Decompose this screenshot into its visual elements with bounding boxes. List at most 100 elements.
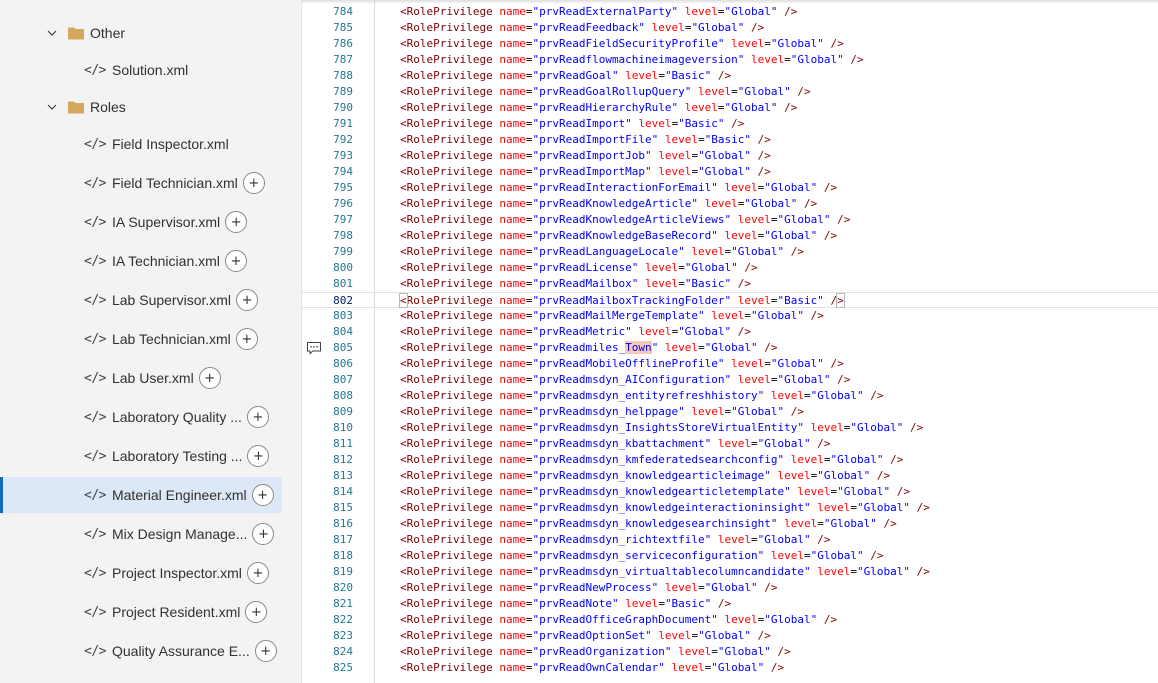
add-button[interactable]: + <box>198 367 221 389</box>
code-line[interactable]: 796 <RolePrivilege name="prvReadKnowledge… <box>302 196 1158 212</box>
xml-tag: <RolePrivilege <box>400 405 493 418</box>
file-item[interactable]: </> Field Inspector.xml <box>0 126 282 162</box>
line-number: 791 <box>333 117 353 130</box>
add-button[interactable]: + <box>247 445 270 467</box>
add-button[interactable]: + <box>254 640 277 662</box>
code-content: <RolePrivilege name = "prvReadMailboxTrack… <box>399 293 845 309</box>
code-line[interactable]: 814 <RolePrivilege name="prvReadmsdyn_kno… <box>302 484 1158 500</box>
code-line[interactable]: 812 <RolePrivilege name = "prvReadmsdyn_kmf… <box>302 452 1158 468</box>
code-line[interactable]: 824 <RolePrivilege name = "prvReadOrganizat… <box>302 644 1158 660</box>
code-line[interactable]: 786 <RolePrivilege name = "prvReadFieldSecu… <box>302 36 1158 52</box>
code-line[interactable]: 798 <RolePrivilege name="prvReadKnowledge… <box>302 228 1158 244</box>
code-line[interactable]: 820 <RolePrivilege name = "prvReadNewProces… <box>302 580 1158 596</box>
code-line[interactable]: 793 <RolePrivilege name="prvReadImportJob… <box>302 148 1158 164</box>
code-line[interactable]: 802 <RolePrivilege name = "prvReadMailboxTr… <box>302 292 1158 308</box>
code-editor[interactable]: 784 <RolePrivilege name = "prvReadExternalP… <box>302 0 1158 683</box>
folder-other[interactable]: Other <box>0 15 282 51</box>
chevron-down-icon[interactable] <box>46 27 58 39</box>
file-item[interactable]: </> Solution.xml <box>0 52 282 88</box>
folder-roles[interactable]: Roles <box>0 89 282 125</box>
code-line[interactable]: 785 <RolePrivilege name="prvReadFeedback"… <box>302 20 1158 36</box>
file-item[interactable]: </> Laboratory Testing ... + <box>0 438 282 474</box>
add-button[interactable]: + <box>252 523 275 545</box>
file-item[interactable]: </> Lab User.xml + <box>0 360 282 396</box>
add-button[interactable]: + <box>224 250 247 272</box>
code-line[interactable]: 800 <RolePrivilege name = "prvReadLicense" … <box>302 260 1158 276</box>
attr-name: name <box>499 69 526 82</box>
attr-name: level <box>810 421 844 434</box>
code-line[interactable]: 821 <RolePrivilege name = "prvReadNote" lev… <box>302 596 1158 612</box>
code-line[interactable]: 799 <RolePrivilege name="prvReadLanguageL… <box>302 244 1158 260</box>
code-line[interactable]: 808 <RolePrivilege name = "prvReadmsdyn_ent… <box>302 388 1158 404</box>
code-line[interactable]: 804 <RolePrivilege name="prvReadMetric" l… <box>302 324 1158 340</box>
file-item[interactable]: </> Lab Technician.xml + <box>0 321 282 357</box>
attr-value-name: "prvReadmsdyn_kbattachment" <box>532 437 712 450</box>
line-number: 792 <box>333 133 353 146</box>
code-line[interactable]: 790 <RolePrivilege name = "prvReadHierarchy… <box>302 100 1158 116</box>
code-line[interactable]: 801 <RolePrivilege name = "prvReadMailbox" … <box>302 276 1158 292</box>
attr-value-level: "Global" <box>731 245 785 258</box>
line-number: 790 <box>333 101 353 114</box>
file-item[interactable]: </> Lab Supervisor.xml + <box>0 282 282 318</box>
line-number: 811 <box>333 437 353 450</box>
add-button[interactable]: + <box>242 172 265 194</box>
code-line[interactable]: 819 <RolePrivilege name = "prvReadmsdyn_vir… <box>302 564 1158 580</box>
xml-tag-close: /> <box>823 613 838 626</box>
code-line[interactable]: 797 <RolePrivilege name = "prvReadKnowledge… <box>302 212 1158 228</box>
code-line[interactable]: 818 <RolePrivilege name = "prvReadmsdyn_ser… <box>302 548 1158 564</box>
code-line[interactable]: 784 <RolePrivilege name = "prvReadExternalP… <box>302 4 1158 20</box>
code-line[interactable]: 806 <RolePrivilege name = "prvReadMobileOff… <box>302 356 1158 372</box>
xml-tag-close: /> <box>870 389 884 402</box>
code-line[interactable]: 807 <RolePrivilege name = "prvReadmsdyn_AIC… <box>302 372 1158 388</box>
code-line[interactable]: 823 <RolePrivilege name="prvReadOptionSet… <box>302 628 1158 644</box>
add-button[interactable]: + <box>246 562 269 584</box>
code-line[interactable]: 811 <RolePrivilege name = "prvReadmsdyn_kba… <box>302 436 1158 452</box>
code-line[interactable]: 810 <RolePrivilege name="prvReadmsdyn_Ins… <box>302 420 1158 436</box>
file-item[interactable]: </> Project Inspector.xml + <box>0 555 282 591</box>
code-line[interactable]: 816 <RolePrivilege name = "prvReadmsdyn_kno… <box>302 516 1158 532</box>
attr-name: name <box>499 245 526 258</box>
xml-tag-close: /> <box>764 341 778 354</box>
file-item[interactable]: </> Mix Design Manage... + <box>0 516 282 552</box>
code-line[interactable]: 815 <RolePrivilege name = "prvReadmsdyn_kno… <box>302 500 1158 516</box>
file-item[interactable]: </> IA Technician.xml + <box>0 243 282 279</box>
comment-icon[interactable] <box>306 341 322 355</box>
code-content: <RolePrivilege name="prvReadGoal" level=… <box>400 68 731 84</box>
code-line[interactable]: 803 <RolePrivilege name="prvReadMailMerge… <box>302 308 1158 324</box>
file-item[interactable]: </> IA Supervisor.xml + <box>0 204 282 240</box>
file-item[interactable]: </> Quality Assurance E... + <box>0 633 282 669</box>
code-line[interactable]: 789 <RolePrivilege name = "prvReadGoalRollu… <box>302 84 1158 100</box>
add-button[interactable]: + <box>251 484 274 506</box>
file-label: Solution.xml <box>111 62 189 78</box>
add-button[interactable]: + <box>236 289 259 311</box>
code-line[interactable]: 817 <RolePrivilege name = "prvReadmsdyn_ric… <box>302 532 1158 548</box>
code-line[interactable]: 822 <RolePrivilege name="prvReadOfficeGra… <box>302 612 1158 628</box>
attr-value-name: "prvReadLanguageLocale" <box>532 245 685 258</box>
add-button[interactable]: + <box>235 328 258 350</box>
attr-value-level: "Global" <box>810 389 864 402</box>
code-line[interactable]: 805 <RolePrivilege name="prvReadmiles_Tow… <box>302 340 1158 356</box>
code-line[interactable]: 792 <RolePrivilege name = "prvReadImportFil… <box>302 132 1158 148</box>
attr-name: level <box>658 149 692 162</box>
code-line[interactable]: 809 <RolePrivilege name="prvReadmsdyn_hel… <box>302 404 1158 420</box>
chevron-down-icon[interactable] <box>46 101 58 113</box>
file-item[interactable]: </> Material Engineer.xml + <box>0 477 282 513</box>
code-line[interactable]: 787 <RolePrivilege name = "prvReadflowmachi… <box>302 52 1158 68</box>
code-line[interactable]: 813 <RolePrivilege name="prvReadmsdyn_kno… <box>302 468 1158 484</box>
attr-name: name <box>499 197 526 210</box>
attr-value-name: "prvReadKnowledgeArticleViews" <box>532 213 732 226</box>
code-content: <RolePrivilege name="prvReadLanguageLoca… <box>400 244 804 260</box>
code-line[interactable]: 825 <RolePrivilege name="prvReadOwnCalend… <box>302 660 1158 676</box>
file-item[interactable]: </> Field Technician.xml + <box>0 165 282 201</box>
add-button[interactable]: + <box>246 406 269 428</box>
code-line[interactable]: 788 <RolePrivilege name = "prvReadGoal" lev… <box>302 68 1158 84</box>
attr-value-level: "Global" <box>704 341 758 354</box>
file-item[interactable]: </> Laboratory Quality ... + <box>0 399 282 435</box>
attr-value-name: "prvReadMailMergeTemplate" <box>532 309 705 322</box>
code-line[interactable]: 791 <RolePrivilege name="prvReadImport" l… <box>302 116 1158 132</box>
add-button[interactable]: + <box>225 211 248 233</box>
code-line[interactable]: 794 <RolePrivilege name="prvReadImportMap… <box>302 164 1158 180</box>
add-button[interactable]: + <box>245 601 268 623</box>
code-line[interactable]: 795 <RolePrivilege name="prvReadInteracti… <box>302 180 1158 196</box>
file-item[interactable]: </> Project Resident.xml + <box>0 594 282 630</box>
